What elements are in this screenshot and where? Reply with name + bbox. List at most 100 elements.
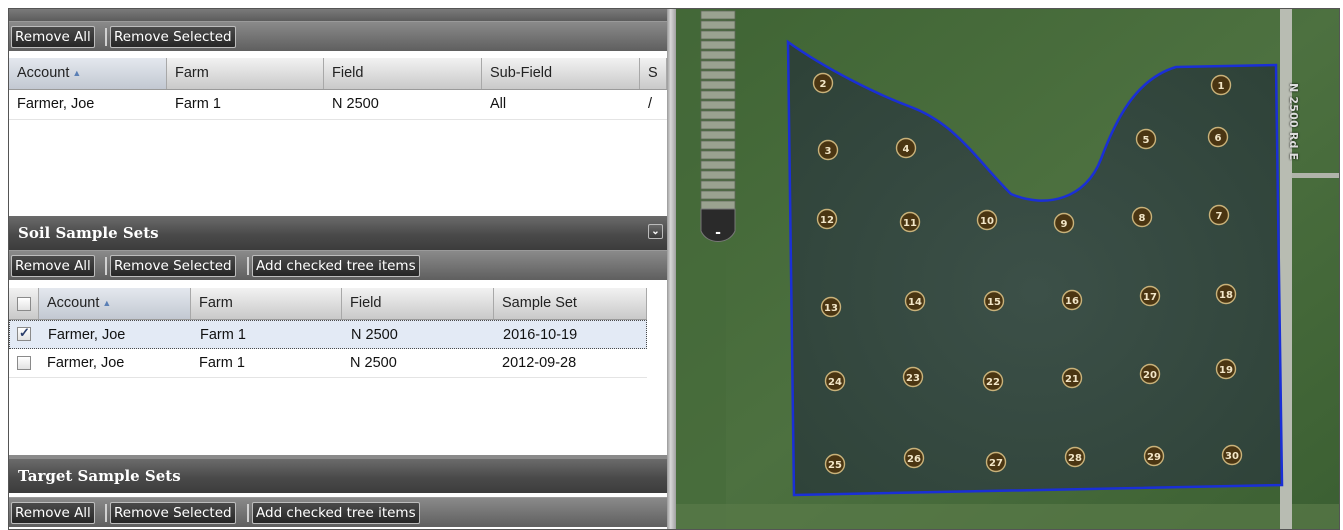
fields-grid-header: Account ▲ Farm Field Sub-Field S xyxy=(9,58,667,90)
sample-point-marker[interactable]: 7 xyxy=(1208,204,1230,226)
column-header-label: Account xyxy=(47,295,100,311)
sample-point-marker[interactable]: 26 xyxy=(903,447,925,469)
map-view[interactable]: 1 2 3 4 5 6 7 8 9 10 11 12 13 14 15 16 17 18 19 20 21 22 23 24 2… xyxy=(676,9,1339,529)
sample-point-marker[interactable]: 19 xyxy=(1215,358,1237,380)
sample-point-label: 12 xyxy=(820,215,834,226)
map-canvas[interactable]: 123 45 67891011121314 15 16 17 181920212223242… xyxy=(676,9,1339,529)
sample-point-marker[interactable]: 12 xyxy=(816,208,838,230)
sample-point-marker[interactable]: 21 xyxy=(1061,367,1083,389)
zoom-level-tick[interactable] xyxy=(700,40,736,50)
zoom-level-tick[interactable] xyxy=(700,100,736,110)
target-add-checked-button[interactable]: Add checked tree items xyxy=(252,502,420,524)
app-window: Remove All Remove Selected Account ▲ Farm… xyxy=(8,8,1340,530)
collapse-panel-icon[interactable]: ⌄ xyxy=(648,224,663,239)
soil-panel-title: Soil Sample Sets xyxy=(18,224,159,242)
sample-point-label: 22 xyxy=(986,377,1000,388)
zoom-level-tick[interactable] xyxy=(700,150,736,160)
sample-point-marker[interactable]: 29 xyxy=(1143,445,1165,467)
soil-table-row[interactable]: Farmer, Joe Farm 1 N 2500 2012-09-28 xyxy=(9,349,647,378)
soil-remove-all-button[interactable]: Remove All xyxy=(11,255,95,277)
cell-field: N 2500 xyxy=(332,96,379,112)
column-header-account[interactable]: Account ▲ xyxy=(39,288,191,319)
sample-point-marker[interactable]: 10 xyxy=(976,209,998,231)
sample-point-marker[interactable]: 30 xyxy=(1221,444,1243,466)
sample-point-label: 27 xyxy=(989,458,1003,469)
sample-point-marker[interactable]: 1 xyxy=(1210,74,1232,96)
column-header-farm[interactable]: Farm xyxy=(167,58,324,89)
sample-point-marker[interactable]: 27 xyxy=(985,451,1007,473)
sample-point-marker[interactable]: 11 xyxy=(899,211,921,233)
column-header-farm[interactable]: Farm xyxy=(191,288,342,319)
zoom-level-tick[interactable] xyxy=(700,170,736,180)
zoom-level-tick[interactable] xyxy=(700,180,736,190)
select-all-checkbox[interactable] xyxy=(17,297,31,311)
zoom-level-tick[interactable] xyxy=(700,30,736,40)
row-checkbox[interactable] xyxy=(17,356,31,370)
sample-point-marker[interactable]: 4 xyxy=(895,137,917,159)
sample-point-marker[interactable]: 13 xyxy=(820,296,842,318)
zoom-level-tick[interactable] xyxy=(700,80,736,90)
sample-point-marker[interactable]: 22 xyxy=(982,370,1004,392)
zoom-level-tick[interactable] xyxy=(700,60,736,70)
soil-remove-selected-button[interactable]: Remove Selected xyxy=(110,255,236,277)
sample-point-marker[interactable]: 25 xyxy=(824,453,846,475)
cell-account: Farmer, Joe xyxy=(17,96,95,112)
zoom-level-tick[interactable] xyxy=(700,90,736,100)
fields-remove-all-button[interactable]: Remove All xyxy=(11,26,95,48)
sample-point-marker[interactable]: 20 xyxy=(1139,363,1161,385)
sample-point-label: 11 xyxy=(903,218,917,229)
zoom-level-tick[interactable] xyxy=(700,50,736,60)
zoom-level-tick[interactable] xyxy=(700,110,736,120)
zoom-level-tick[interactable] xyxy=(700,140,736,150)
sample-point-marker[interactable]: 24 xyxy=(824,370,846,392)
sample-point-marker[interactable]: 17 xyxy=(1139,285,1161,307)
sample-point-marker[interactable]: 9 xyxy=(1053,212,1075,234)
sample-point-marker[interactable]: 5 xyxy=(1135,128,1157,150)
sample-point-marker[interactable]: 16 xyxy=(1061,289,1083,311)
target-remove-selected-button[interactable]: Remove Selected xyxy=(110,502,236,524)
zoom-level-tick[interactable] xyxy=(700,130,736,140)
soil-sample-sets-header: Soil Sample Sets ⌄ xyxy=(9,216,667,250)
row-checkbox[interactable] xyxy=(17,325,31,341)
sample-point-marker[interactable]: 8 xyxy=(1131,206,1153,228)
sample-point-marker[interactable]: 14 xyxy=(904,290,926,312)
sample-point-marker[interactable]: 28 xyxy=(1064,446,1086,468)
select-all-cell xyxy=(9,288,39,319)
zoom-slider[interactable]: - xyxy=(699,9,737,249)
zoom-level-tick[interactable] xyxy=(700,20,736,30)
soil-add-checked-button[interactable]: Add checked tree items xyxy=(252,255,420,277)
column-header-account[interactable]: Account ▲ xyxy=(9,58,167,89)
sample-point-label: 14 xyxy=(908,297,922,308)
sample-point-marker[interactable]: 18 xyxy=(1215,283,1237,305)
fields-table-row[interactable]: Farmer, Joe Farm 1 N 2500 All / xyxy=(9,90,659,119)
sample-point-marker[interactable]: 3 xyxy=(817,139,839,161)
sample-point-marker[interactable]: 23 xyxy=(902,366,924,388)
zoom-level-tick[interactable] xyxy=(700,190,736,200)
sample-point-label: 21 xyxy=(1065,374,1079,385)
sample-point-label: 29 xyxy=(1147,452,1161,463)
sample-point-marker[interactable]: 6 xyxy=(1207,126,1229,148)
panel-splitter[interactable] xyxy=(667,9,676,529)
sample-point-marker[interactable]: 15 xyxy=(983,290,1005,312)
zoom-out-label: - xyxy=(715,225,721,241)
soil-table-row[interactable]: Farmer, Joe Farm 1 N 2500 2016-10-19 xyxy=(9,320,647,349)
toolbar-separator xyxy=(105,504,107,522)
fields-remove-selected-button[interactable]: Remove Selected xyxy=(110,26,236,48)
sample-point-marker[interactable]: 2 xyxy=(812,72,834,94)
column-header-extra[interactable]: S xyxy=(640,58,667,89)
column-header-sample-set[interactable]: Sample Set xyxy=(494,288,647,319)
column-header-field[interactable]: Field xyxy=(342,288,494,319)
cell-farm: Farm 1 xyxy=(200,327,246,343)
cell-sample-set: 2012-09-28 xyxy=(502,355,577,371)
toolbar-separator xyxy=(105,257,107,275)
fields-panel-header xyxy=(9,9,667,21)
zoom-level-tick[interactable] xyxy=(700,10,736,20)
zoom-level-tick[interactable] xyxy=(700,200,736,210)
target-remove-all-button[interactable]: Remove All xyxy=(11,502,95,524)
zoom-level-tick[interactable] xyxy=(700,120,736,130)
column-header-field[interactable]: Field xyxy=(324,58,482,89)
zoom-level-tick[interactable] xyxy=(700,70,736,80)
zoom-level-tick[interactable] xyxy=(700,160,736,170)
column-header-subfield[interactable]: Sub-Field xyxy=(482,58,640,89)
sample-point-label: 1 xyxy=(1218,81,1225,92)
